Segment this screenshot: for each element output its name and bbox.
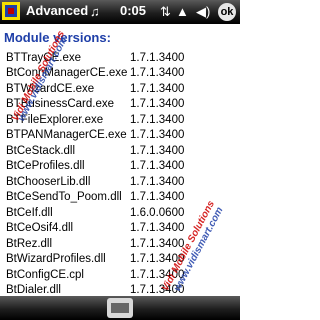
windows-flag-icon: [5, 5, 17, 17]
window-title: Advanced: [26, 3, 89, 18]
module-name: BTPANManagerCE.exe: [6, 129, 127, 142]
module-version: 1.7.1.3400: [130, 67, 185, 80]
module-name: BtCeProfiles.dll: [6, 160, 85, 173]
table-row: BtRez.dll 1.7.1.3400: [6, 236, 220, 252]
page-heading: Module versions:: [4, 30, 111, 45]
table-row: BtWizardProfiles.dll 1.7.1.3400: [6, 252, 220, 268]
module-versions-panel: Module versions: BTTrayCE.exe 1.7.1.3400 B…: [0, 24, 240, 296]
music-note-icon[interactable]: ♫: [90, 0, 100, 24]
module-table: BTTrayCE.exe 1.7.1.3400 BtConnManagerCE.ex…: [6, 50, 220, 298]
module-name: BTWizardCE.exe: [6, 82, 95, 95]
module-version: 1.7.1.3400: [130, 268, 185, 281]
speaker-icon[interactable]: ◀): [196, 0, 210, 24]
table-row: BtCeProfiles.dll 1.7.1.3400: [6, 159, 220, 175]
signal-icon[interactable]: ▲: [176, 0, 189, 24]
module-version: 1.7.1.3400: [130, 113, 185, 126]
module-version: 1.7.1.3400: [130, 237, 185, 250]
module-version: 1.7.1.3400: [130, 222, 185, 235]
table-row: BTPANManagerCE.exe 1.7.1.3400: [6, 128, 220, 144]
table-row: BTWizardCE.exe 1.7.1.3400: [6, 81, 220, 97]
table-row: BtChooserLib.dll 1.7.1.3400: [6, 174, 220, 190]
module-version: 1.7.1.3400: [130, 253, 185, 266]
module-name: BtCeStack.dll: [6, 144, 76, 157]
module-name: BTFileExplorer.exe: [6, 113, 104, 126]
module-version: 1.7.1.3400: [130, 82, 185, 95]
module-name: BtConfigCE.cpl: [6, 268, 84, 281]
module-version: 1.7.1.3400: [130, 98, 185, 111]
module-name: BtCeOsif4.dll: [6, 222, 74, 235]
module-version: 1.6.0.0600: [130, 206, 185, 219]
module-name: BTBusinessCard.exe: [6, 98, 115, 111]
title-bar: Advanced ♫ 0:05 ⇅ ▲ ◀) ok: [0, 0, 240, 24]
table-row: BTFileExplorer.exe 1.7.1.3400: [6, 112, 220, 128]
menu-bar: [0, 296, 240, 320]
clock[interactable]: 0:05: [120, 3, 146, 18]
module-name: BtRez.dll: [6, 237, 53, 250]
module-version: 1.7.1.3400: [130, 175, 185, 188]
table-row: BtConfigCE.cpl 1.7.1.3400: [6, 267, 220, 283]
module-version: 1.7.1.3400: [130, 129, 185, 142]
module-version: 1.7.1.3400: [130, 191, 185, 204]
module-name: BtCeSendTo_Poom.dll: [6, 191, 122, 204]
table-row: BtConnManagerCE.exe 1.7.1.3400: [6, 66, 220, 82]
keyboard-icon[interactable]: [107, 298, 133, 318]
table-row: BtCeIf.dll 1.6.0.0600: [6, 205, 220, 221]
module-name: BtCeIf.dll: [6, 206, 53, 219]
module-name: BtChooserLib.dll: [6, 175, 91, 188]
connectivity-icon[interactable]: ⇅: [160, 0, 171, 24]
ok-button[interactable]: ok: [218, 3, 236, 21]
module-name: BTTrayCE.exe: [6, 51, 81, 64]
start-menu-icon[interactable]: [2, 2, 20, 20]
table-row: BTBusinessCard.exe 1.7.1.3400: [6, 97, 220, 113]
module-version: 1.7.1.3400: [130, 51, 185, 64]
module-name: BtWizardProfiles.dll: [6, 253, 106, 266]
module-version: 1.7.1.3400: [130, 160, 185, 173]
module-name: BtConnManagerCE.exe: [6, 67, 128, 80]
table-row: BtCeStack.dll 1.7.1.3400: [6, 143, 220, 159]
table-row: BtCeOsif4.dll 1.7.1.3400: [6, 221, 220, 237]
table-row: BtCeSendTo_Poom.dll 1.7.1.3400: [6, 190, 220, 206]
table-row: BTTrayCE.exe 1.7.1.3400: [6, 50, 220, 66]
module-version: 1.7.1.3400: [130, 144, 185, 157]
